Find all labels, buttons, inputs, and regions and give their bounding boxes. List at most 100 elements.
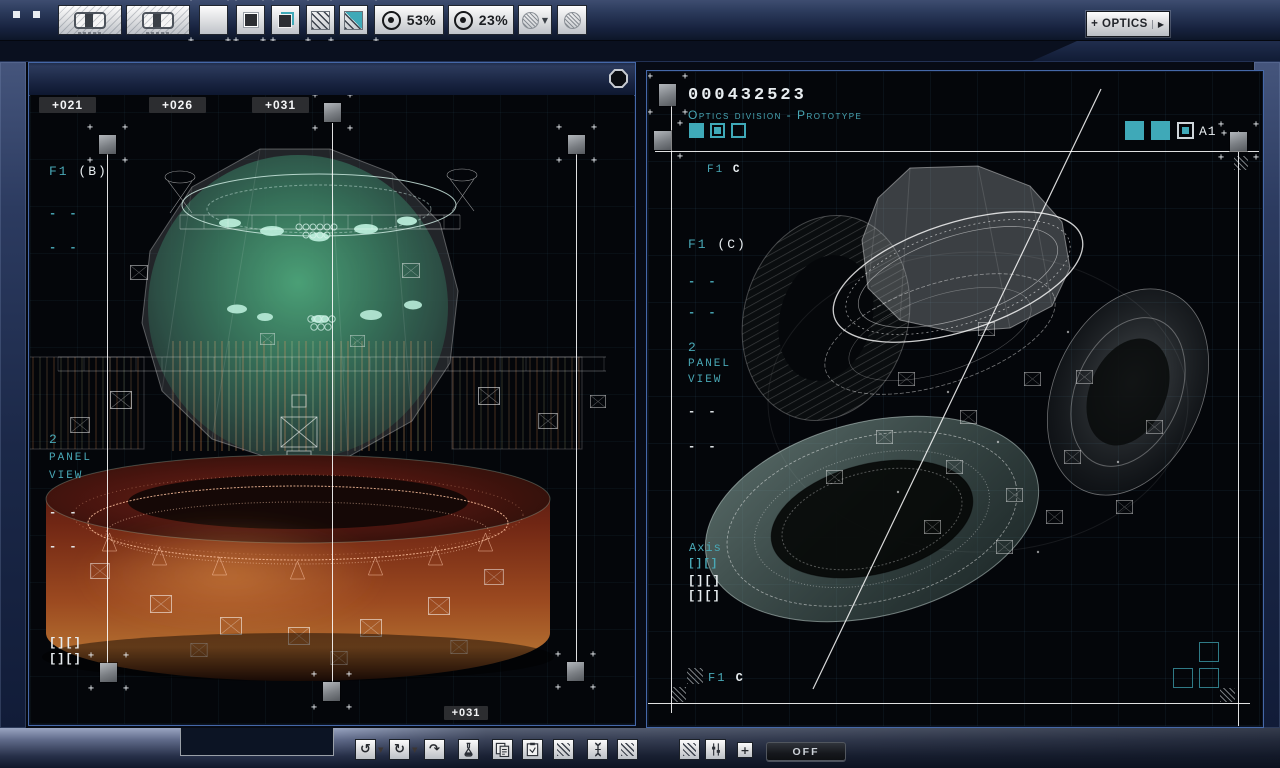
fill-solid-button[interactable] xyxy=(236,5,265,35)
lab-button[interactable] xyxy=(458,739,479,760)
dna-button[interactable] xyxy=(587,739,608,760)
left-frame-strip xyxy=(0,62,28,728)
hatch-mark xyxy=(671,687,686,702)
dash-row: - - xyxy=(49,540,80,554)
drag-handle[interactable] xyxy=(99,135,116,154)
bottom-toolbar: ↺ ▼ ↻ ▼ ↷ + OFF xyxy=(0,728,1280,768)
clipboard-icon xyxy=(526,742,539,757)
layers-icon xyxy=(277,11,294,29)
plus-icon: + xyxy=(740,743,750,757)
off-label: OFF xyxy=(792,745,820,758)
drag-handle[interactable] xyxy=(568,135,585,154)
clipboard-button[interactable] xyxy=(522,739,543,760)
left-model-viewport[interactable]: +021 +026 +031 +031 F1 (B) - - - - 2 PAN… xyxy=(30,95,634,724)
zoom-b-value: 23% xyxy=(478,12,509,28)
dash-row: - - xyxy=(688,440,719,454)
drag-handle[interactable] xyxy=(100,663,117,682)
frame-marker: +021 xyxy=(39,97,96,113)
caret-down-icon: ▼ xyxy=(541,15,549,25)
redo-button[interactable]: ↻ xyxy=(389,739,410,760)
frame-line xyxy=(671,86,672,713)
right-model-viewport[interactable]: 000432523 Optics division - Prototype A1… xyxy=(648,72,1262,726)
hatch-teal-square-icon xyxy=(344,10,363,30)
layer-toggle-empty[interactable] xyxy=(731,123,746,138)
dash-row: - - xyxy=(688,405,719,419)
compare-a-button[interactable] xyxy=(58,5,122,35)
redo-icon: ↻ xyxy=(394,742,405,757)
corner-square xyxy=(1199,642,1219,662)
guide-line xyxy=(107,150,108,663)
caret-down-icon[interactable]: ▼ xyxy=(378,746,383,754)
right-viewport-panel: 000432523 Optics division - Prototype A1… xyxy=(646,70,1264,728)
hatch-square-icon xyxy=(311,10,330,30)
dash-row: - - xyxy=(49,241,80,255)
visibility-button[interactable] xyxy=(557,5,587,35)
dash-row: - - xyxy=(688,306,719,320)
bracket-row: [][] xyxy=(49,652,82,666)
drag-handle[interactable] xyxy=(1230,132,1247,151)
hatched-circle-icon xyxy=(521,11,539,29)
drag-handle[interactable] xyxy=(659,84,676,106)
drag-handle[interactable] xyxy=(323,682,340,701)
paste-copy-button[interactable] xyxy=(492,739,513,760)
left-panel-header[interactable] xyxy=(29,63,635,96)
panel-view-count: 2 xyxy=(688,340,698,355)
visibility-menu-button[interactable]: ▼ xyxy=(518,5,552,35)
compare-b-button[interactable] xyxy=(126,5,190,35)
axis-bracket-row: [][] xyxy=(688,589,721,603)
drag-handle[interactable] xyxy=(324,103,341,122)
panel-view-label: VIEW xyxy=(49,470,84,482)
axis-label: Axis xyxy=(689,541,722,555)
layer-toggle-filled[interactable] xyxy=(689,123,704,138)
frame-marker: +031 xyxy=(252,97,309,113)
left-viewport-panel: +021 +026 +031 +031 F1 (B) - - - - 2 PAN… xyxy=(28,62,636,726)
fill-blank-button[interactable] xyxy=(199,5,228,35)
layer-toggle-mid[interactable] xyxy=(710,123,725,138)
view-id-label: F1 C xyxy=(707,164,742,176)
frame-line xyxy=(655,151,1259,152)
adjustments-button[interactable] xyxy=(705,739,726,760)
off-toggle[interactable]: OFF xyxy=(766,742,846,761)
pattern-slot-button[interactable] xyxy=(553,739,574,760)
angled-accent xyxy=(1030,41,1280,62)
frame-line xyxy=(648,703,1250,704)
drag-handle[interactable] xyxy=(654,131,671,150)
pattern-slot-button[interactable] xyxy=(679,739,700,760)
sector-label: A1 xyxy=(1199,124,1217,139)
hexagon-icon[interactable] xyxy=(609,69,628,88)
aperture-icon xyxy=(453,10,473,30)
optics-menu-button[interactable]: + OPTICS ▶ xyxy=(1086,11,1170,37)
sliders-icon xyxy=(711,743,720,756)
guide-line xyxy=(332,123,333,682)
undo-button[interactable]: ↺ xyxy=(355,739,376,760)
layers-button[interactable] xyxy=(271,5,300,35)
hatch-square-icon xyxy=(683,743,696,756)
panel-view-count: 2 xyxy=(49,432,59,447)
zoom-a-value: 53% xyxy=(406,12,437,28)
add-button[interactable]: + xyxy=(737,742,753,758)
sector-toggle-active[interactable] xyxy=(1177,122,1194,139)
view-id-label: F1 (C) xyxy=(688,237,747,252)
guide-line xyxy=(576,152,577,662)
hatched-circle-icon xyxy=(563,11,581,29)
hatch-square-icon xyxy=(621,743,634,756)
redo-forward-icon: ↷ xyxy=(429,742,440,757)
corner-square xyxy=(1173,668,1193,688)
drag-handle[interactable] xyxy=(567,662,584,681)
sector-toggle[interactable] xyxy=(1151,121,1170,140)
ab-compare-icon xyxy=(74,11,106,34)
sector-toggle[interactable] xyxy=(1125,121,1144,140)
frame-marker: +026 xyxy=(149,97,206,113)
redo-forward-button[interactable]: ↷ xyxy=(424,739,445,760)
zoom-b-button[interactable]: 23% xyxy=(448,5,514,35)
hatch-square-icon xyxy=(557,743,570,756)
pattern-button[interactable] xyxy=(306,5,335,35)
hatch-mark xyxy=(687,668,703,684)
dash-row: - - xyxy=(49,207,80,221)
deco-square xyxy=(13,11,20,18)
pattern-teal-button[interactable] xyxy=(339,5,368,35)
pattern-slot-button[interactable] xyxy=(617,739,638,760)
caret-down-icon[interactable]: ▼ xyxy=(412,746,417,754)
zoom-a-button[interactable]: 53% xyxy=(374,5,444,35)
sub-strip xyxy=(0,41,1280,62)
